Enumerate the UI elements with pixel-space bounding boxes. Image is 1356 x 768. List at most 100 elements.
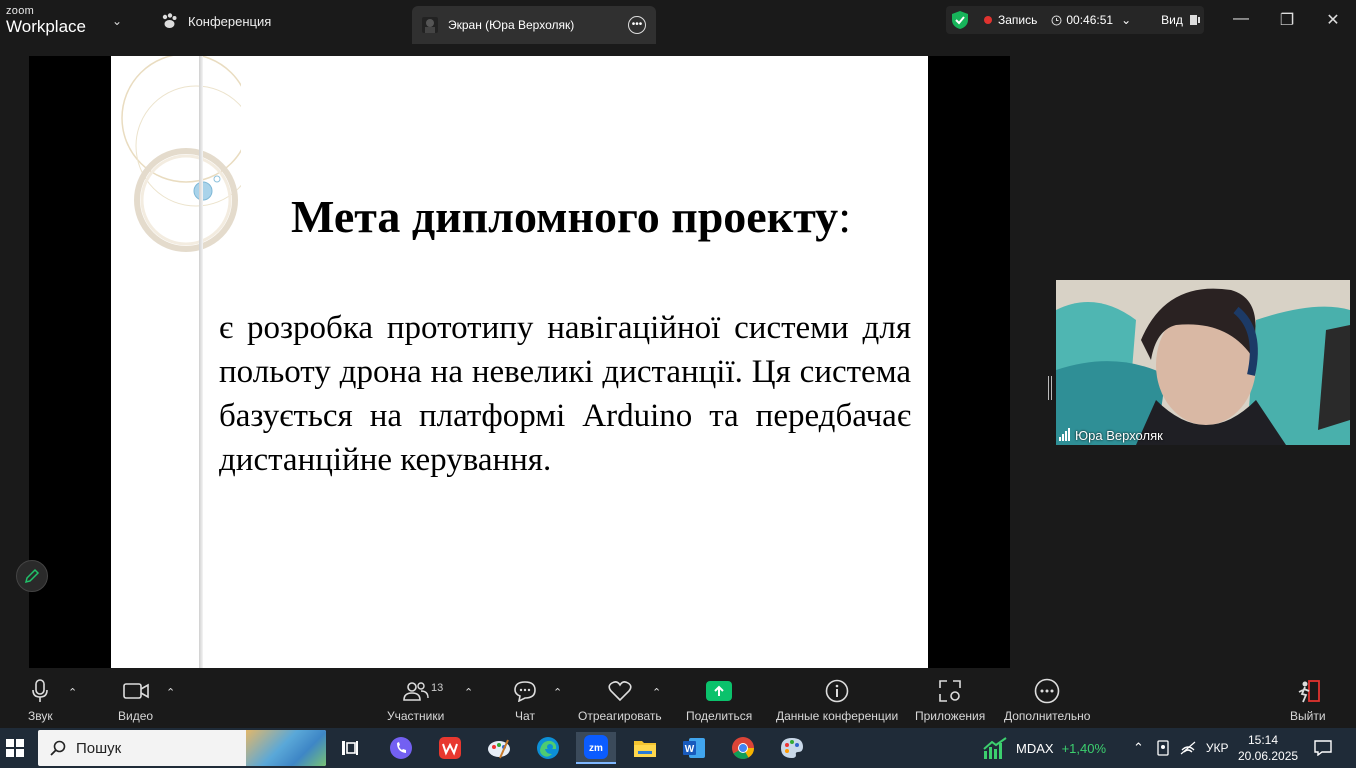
system-clock[interactable]: 15:14 20.06.2025 [1238, 732, 1299, 764]
minimize-icon[interactable]: — [1229, 10, 1253, 28]
stock-name: MDAX [1016, 740, 1054, 756]
windows-taskbar: Пошук zm W MDAX +1,40% ⌃ УКР 15:14 20.06… [0, 728, 1356, 768]
video-options-caret-icon[interactable]: ⌃ [166, 686, 175, 699]
search-icon [50, 740, 66, 756]
participant-name: Юра Верхоляк [1075, 428, 1163, 443]
participants-paw-icon [162, 13, 177, 28]
slide-title: Мета дипломного проекту: [251, 190, 891, 243]
zoom-app-icon[interactable]: zm [576, 732, 616, 764]
presentation-slide: Мета дипломного проекту: є розробка прот… [111, 56, 928, 668]
participants-icon [402, 682, 429, 701]
slide-divider [199, 56, 203, 668]
heart-icon [608, 681, 632, 702]
more-label: Дополнительно [1004, 709, 1091, 723]
shield-icon[interactable] [952, 11, 968, 29]
apps-button[interactable]: Приложения [915, 678, 985, 723]
chat-button[interactable]: Чат [513, 678, 537, 723]
network-icon[interactable] [1180, 741, 1196, 755]
stock-widget[interactable]: MDAX +1,40% [982, 728, 1106, 768]
camera-icon [122, 683, 149, 699]
stock-change: +1,40% [1061, 740, 1107, 756]
info-icon [825, 679, 849, 703]
meeting-timer[interactable]: 00:46:51 ⌄ [1051, 13, 1131, 27]
brand-top: zoom [6, 5, 35, 17]
slide-title-main: Мета дипломного проекту [291, 191, 839, 242]
title-bar: zoom Workplace ⌄ Конференция Экран (Юра … [0, 0, 1356, 44]
meeting-status-bar: Запись 00:46:51 ⌄ Вид [946, 6, 1204, 34]
chevron-up-icon[interactable]: ⌃ [1133, 740, 1144, 756]
chevron-down-icon: ⌄ [1121, 13, 1132, 27]
more-button[interactable]: Дополнительно [1004, 678, 1090, 723]
restore-icon[interactable]: ❐ [1275, 10, 1299, 30]
leave-icon [1298, 680, 1320, 703]
chevron-down-icon[interactable]: ⌄ [112, 14, 122, 28]
share-label: Поделиться [686, 709, 753, 723]
apps-icon [939, 680, 961, 702]
paint-palette-icon[interactable] [772, 732, 812, 764]
resize-handle[interactable] [1048, 376, 1052, 400]
paint-app-icon[interactable] [479, 732, 519, 764]
microphone-icon [32, 679, 49, 702]
word-app-icon[interactable]: W [674, 732, 714, 764]
webcam-image [1056, 280, 1350, 445]
windows-start-icon[interactable] [6, 739, 24, 757]
meeting-info-button[interactable]: Данные конференции [776, 678, 898, 723]
language-indicator[interactable]: УКР [1206, 741, 1229, 755]
chat-icon [514, 681, 536, 702]
file-explorer-icon[interactable] [625, 732, 665, 764]
react-label: Отреагировать [578, 709, 662, 723]
tab-conference-label: Конференция [188, 13, 272, 29]
share-button[interactable]: Поделиться [686, 678, 752, 723]
zoom-logo[interactable]: zoom Workplace [6, 5, 86, 36]
share-screen-icon [706, 681, 733, 701]
more-options-icon[interactable]: ••• [628, 16, 646, 34]
react-options-caret-icon[interactable]: ⌃ [652, 686, 661, 699]
meeting-info-label: Данные конференции [776, 709, 899, 723]
view-layout-icon [1189, 15, 1200, 25]
clock-date: 20.06.2025 [1238, 749, 1299, 763]
slide-decoration [121, 56, 241, 252]
more-icon [1034, 678, 1060, 704]
svg-text:W: W [685, 744, 695, 755]
viber-icon[interactable] [381, 732, 421, 764]
chat-label: Чат [515, 709, 535, 723]
search-highlight-image [246, 730, 326, 766]
annotate-button[interactable] [16, 560, 48, 592]
user-avatar-icon [422, 17, 438, 33]
wps-office-icon[interactable] [430, 732, 470, 764]
participant-video[interactable]: Юра Верхоляк [1056, 280, 1350, 445]
audio-label: Звук [28, 709, 53, 723]
audio-options-caret-icon[interactable]: ⌃ [68, 686, 77, 699]
clock-time: 15:14 [1247, 733, 1279, 747]
task-view-icon[interactable] [330, 732, 370, 764]
shared-screen[interactable]: Мета дипломного проекту: є розробка прот… [29, 56, 1010, 668]
participants-label: Участники [387, 709, 445, 723]
meeting-toolbar: Звук ⌃ Видео ⌃ Участники 13 ⌃ Чат ⌃ Отре… [0, 672, 1356, 728]
camera-in-use-icon[interactable] [1156, 740, 1170, 756]
video-button[interactable]: Видео [118, 678, 153, 723]
slide-title-colon: : [838, 191, 851, 242]
react-button[interactable]: Отреагировать [578, 678, 662, 723]
tab-screen-label: Экран (Юра Верхоляк) [448, 18, 575, 32]
notifications-icon[interactable] [1314, 728, 1332, 768]
svg-text:zm: zm [589, 743, 603, 754]
view-label: Вид [1161, 13, 1183, 27]
participant-name-tag: Юра Верхоляк [1059, 428, 1163, 443]
chat-options-caret-icon[interactable]: ⌃ [553, 686, 562, 699]
edge-browser-icon[interactable] [528, 732, 568, 764]
view-button[interactable]: Вид [1161, 13, 1201, 27]
audio-button[interactable]: Звук [28, 678, 53, 723]
stock-chart-icon [983, 737, 1007, 759]
recording-dot-icon [984, 16, 992, 24]
signal-icon [1059, 428, 1070, 441]
chrome-browser-icon[interactable] [723, 732, 763, 764]
leave-button[interactable]: Выйти [1290, 678, 1326, 723]
participants-options-caret-icon[interactable]: ⌃ [464, 686, 473, 699]
taskbar-search[interactable]: Пошук [38, 730, 326, 766]
recording-label[interactable]: Запись [998, 13, 1037, 27]
video-label: Видео [118, 709, 154, 723]
tray-icons: ⌃ УКР [1133, 728, 1229, 768]
close-icon[interactable]: ✕ [1321, 10, 1345, 30]
tab-conference[interactable]: Конференция [160, 12, 271, 30]
tab-screen[interactable]: Экран (Юра Верхоляк) ••• [412, 6, 656, 44]
